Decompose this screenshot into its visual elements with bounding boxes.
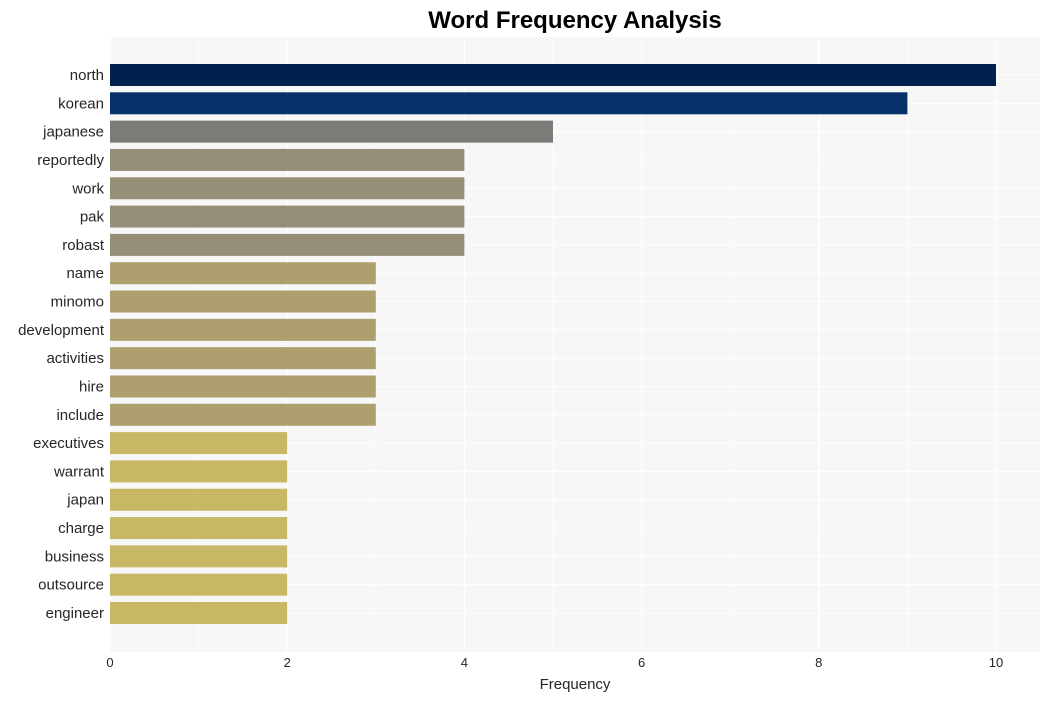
x-tick-label: 0 — [106, 655, 113, 670]
y-tick-label: pak — [80, 209, 105, 226]
bar-minomo — [110, 290, 376, 313]
x-tick-labels: 0 2 4 6 8 10 — [106, 655, 1003, 670]
y-tick-label: charge — [58, 520, 104, 537]
bar-activities — [110, 347, 376, 370]
bar-business — [110, 545, 288, 568]
bar-japan — [110, 488, 288, 511]
y-tick-label: business — [45, 548, 104, 565]
y-tick-label: engineer — [46, 605, 104, 622]
bar-hire — [110, 375, 376, 398]
bar-japanese — [110, 120, 553, 143]
y-tick-label: warrant — [53, 463, 105, 480]
y-tick-label: outsource — [38, 577, 104, 594]
bar-charge — [110, 517, 288, 540]
y-tick-label: activities — [46, 350, 104, 367]
x-tick-label: 6 — [638, 655, 645, 670]
y-tick-label: japan — [66, 492, 104, 509]
bar-outsource — [110, 573, 288, 596]
bar-work — [110, 177, 465, 200]
bar-north — [110, 64, 996, 86]
y-tick-label: minomo — [51, 294, 104, 311]
y-tick-label: north — [70, 67, 104, 84]
bar-chart: Word Frequency Analysis north korean japan… — [18, 7, 1040, 693]
x-axis-label: Frequency — [540, 676, 611, 693]
bar-korean — [110, 92, 908, 115]
bar-name — [110, 262, 376, 285]
y-tick-label: reportedly — [37, 152, 104, 169]
bar-warrant — [110, 460, 288, 483]
y-tick-label: hire — [79, 378, 104, 395]
y-tick-label: include — [56, 407, 104, 424]
x-tick-label: 2 — [284, 655, 291, 670]
bar-reportedly — [110, 148, 465, 171]
bar-robast — [110, 233, 465, 256]
y-tick-label: robast — [62, 237, 105, 254]
x-tick-label: 4 — [461, 655, 468, 670]
bar-pak — [110, 205, 465, 228]
y-tick-labels: north korean japanese reportedly work pak roba… — [18, 67, 105, 622]
y-tick-label: name — [66, 265, 104, 282]
x-tick-label: 10 — [989, 655, 1003, 670]
y-tick-label: korean — [58, 95, 104, 112]
bar-development — [110, 318, 376, 341]
chart-title: Word Frequency Analysis — [428, 7, 721, 34]
bar-executives — [110, 432, 288, 455]
x-tick-label: 8 — [815, 655, 822, 670]
bar-engineer — [110, 602, 288, 624]
y-tick-label: japanese — [42, 124, 104, 141]
y-tick-label: development — [18, 322, 105, 339]
y-tick-label: work — [71, 180, 104, 197]
y-tick-label: executives — [33, 435, 104, 452]
bar-include — [110, 403, 376, 426]
